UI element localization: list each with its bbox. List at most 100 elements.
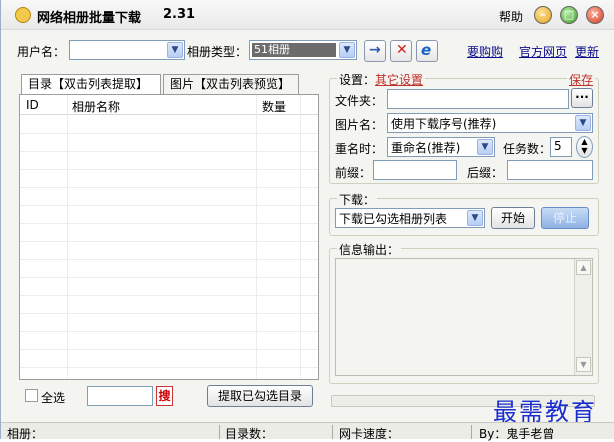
browse-folder-button[interactable]: ··· — [571, 88, 593, 108]
tab-directory[interactable]: 目录【双击列表提取】 — [21, 74, 161, 95]
spinner-up-icon[interactable]: ▲ — [581, 137, 587, 146]
update-link[interactable]: 更新 — [575, 43, 599, 60]
close-button[interactable]: × — [586, 6, 604, 24]
select-all-label: 全选 — [41, 391, 66, 405]
minimize-button[interactable]: – — [534, 6, 552, 24]
column-header-name[interactable]: 相册名称 — [72, 98, 120, 115]
output-textarea[interactable]: ▲ ▼ — [335, 258, 593, 376]
picname-label: 图片名： — [335, 118, 384, 132]
folder-label: 文件夹： — [335, 94, 384, 108]
username-label: 用户名： — [17, 45, 66, 59]
help-menu[interactable]: 帮助 — [499, 8, 523, 25]
row-gridline — [20, 205, 318, 206]
maximize-icon: □ — [563, 8, 575, 21]
row-gridline — [20, 367, 318, 368]
chevron-down-icon[interactable]: ▼ — [575, 115, 591, 131]
start-button[interactable]: 开始 — [491, 207, 535, 229]
row-gridline — [20, 151, 318, 152]
row-gridline — [20, 295, 318, 296]
app-title: 网络相册批量下载 — [37, 11, 142, 26]
status-net-speed: 网卡速度： — [339, 427, 400, 441]
status-separator — [332, 425, 333, 439]
album-type-select[interactable]: 51相册 ▼ — [249, 40, 357, 60]
status-separator — [219, 425, 220, 439]
go-button[interactable]: → — [364, 40, 386, 62]
row-gridline — [20, 331, 318, 332]
scroll-down-icon[interactable]: ▼ — [576, 357, 591, 372]
rename-label: 重名时： — [335, 142, 384, 156]
select-all-checkbox[interactable] — [25, 389, 38, 402]
chevron-down-icon[interactable]: ▼ — [339, 42, 355, 58]
tasks-label: 任务数： — [503, 142, 552, 156]
rename-value: 重命名(推荐) — [391, 141, 461, 155]
title-bar: 网络相册批量下载 2.31 帮助 – □ × — [1, 0, 614, 30]
picname-value: 使用下载序号(推荐) — [391, 117, 497, 131]
search-button[interactable]: 搜 — [156, 386, 173, 406]
prefix-label: 前缀： — [335, 166, 372, 180]
close-icon: × — [590, 8, 600, 21]
app-version: 2.31 — [163, 7, 196, 22]
output-scrollbar[interactable]: ▲ ▼ — [574, 259, 592, 375]
settings-title-text: 设置： — [339, 73, 376, 87]
tasks-value: 5 — [554, 139, 562, 153]
row-gridline — [20, 349, 318, 350]
row-gridline — [20, 241, 318, 242]
search-input[interactable] — [87, 386, 153, 406]
column-divider — [67, 95, 68, 379]
official-site-link[interactable]: 官方网页 — [519, 43, 567, 60]
row-gridline — [20, 259, 318, 260]
prefix-input[interactable] — [373, 160, 457, 180]
buy-link[interactable]: 要购购 — [467, 43, 503, 60]
table-header: ID 相册名称 数量 — [20, 95, 318, 115]
minimize-icon: – — [540, 8, 546, 21]
album-type-label: 相册类型： — [187, 45, 248, 59]
row-gridline — [20, 187, 318, 188]
ie-browser-icon: e — [421, 41, 432, 59]
tab-pictures[interactable]: 图片【双击列表预览】 — [163, 74, 299, 95]
other-settings-link[interactable]: 其它设置 — [375, 73, 423, 87]
stop-button[interactable]: 停止 — [541, 207, 589, 229]
maximize-button[interactable]: □ — [560, 6, 578, 24]
settings-title: 设置：其它设置 — [337, 71, 426, 88]
scroll-up-icon[interactable]: ▲ — [576, 260, 591, 275]
username-combobox[interactable]: ▼ — [69, 40, 185, 60]
status-album: 相册： — [7, 427, 44, 441]
chevron-down-icon[interactable]: ▼ — [467, 210, 483, 226]
picname-select[interactable]: 使用下载序号(推荐) ▼ — [387, 113, 593, 133]
suffix-label: 后缀： — [467, 166, 504, 180]
row-gridline — [20, 169, 318, 170]
rename-select[interactable]: 重命名(推荐) ▼ — [387, 137, 495, 157]
status-author: By：鬼手老曾 — [479, 427, 555, 441]
album-type-value: 51相册 — [252, 43, 336, 57]
save-settings-link[interactable]: 保存 — [567, 71, 596, 88]
row-gridline — [20, 277, 318, 278]
x-icon: ✕ — [396, 42, 408, 58]
status-separator — [471, 425, 472, 439]
column-header-id[interactable]: ID — [26, 98, 39, 112]
chevron-down-icon[interactable]: ▼ — [167, 42, 183, 58]
output-title: 信息输出： — [337, 241, 402, 258]
column-header-count[interactable]: 数量 — [262, 98, 286, 115]
app-window: 网络相册批量下载 2.31 帮助 – □ × 用户名： ▼ 相册类型： 51相册… — [0, 0, 614, 441]
app-logo-icon — [15, 7, 31, 23]
search-icon: 搜 — [158, 389, 171, 403]
chevron-down-icon[interactable]: ▼ — [477, 139, 493, 155]
suffix-input[interactable] — [507, 160, 593, 180]
column-divider — [300, 95, 301, 379]
row-gridline — [20, 133, 318, 134]
album-list-table[interactable]: ID 相册名称 数量 — [19, 94, 319, 380]
row-gridline — [20, 313, 318, 314]
spinner-down-icon[interactable]: ▼ — [581, 146, 587, 155]
tasks-spinner[interactable]: ▲ ▼ — [576, 136, 593, 158]
stop-icon-button[interactable]: ✕ — [390, 40, 412, 62]
folder-input[interactable] — [387, 89, 569, 109]
status-bar: 相册： 目录数： 网卡速度： By：鬼手老曾 — [1, 422, 614, 441]
tasks-input[interactable]: 5 — [550, 137, 572, 157]
arrow-right-icon: → — [369, 42, 381, 58]
download-mode-select[interactable]: 下载已勾选相册列表 ▼ — [335, 208, 485, 228]
row-gridline — [20, 223, 318, 224]
status-dir-count: 目录数： — [225, 427, 274, 441]
browser-button[interactable]: e — [416, 40, 438, 62]
download-title: 下载： — [337, 191, 378, 208]
extract-selected-button[interactable]: 提取已勾选目录 — [207, 385, 313, 407]
